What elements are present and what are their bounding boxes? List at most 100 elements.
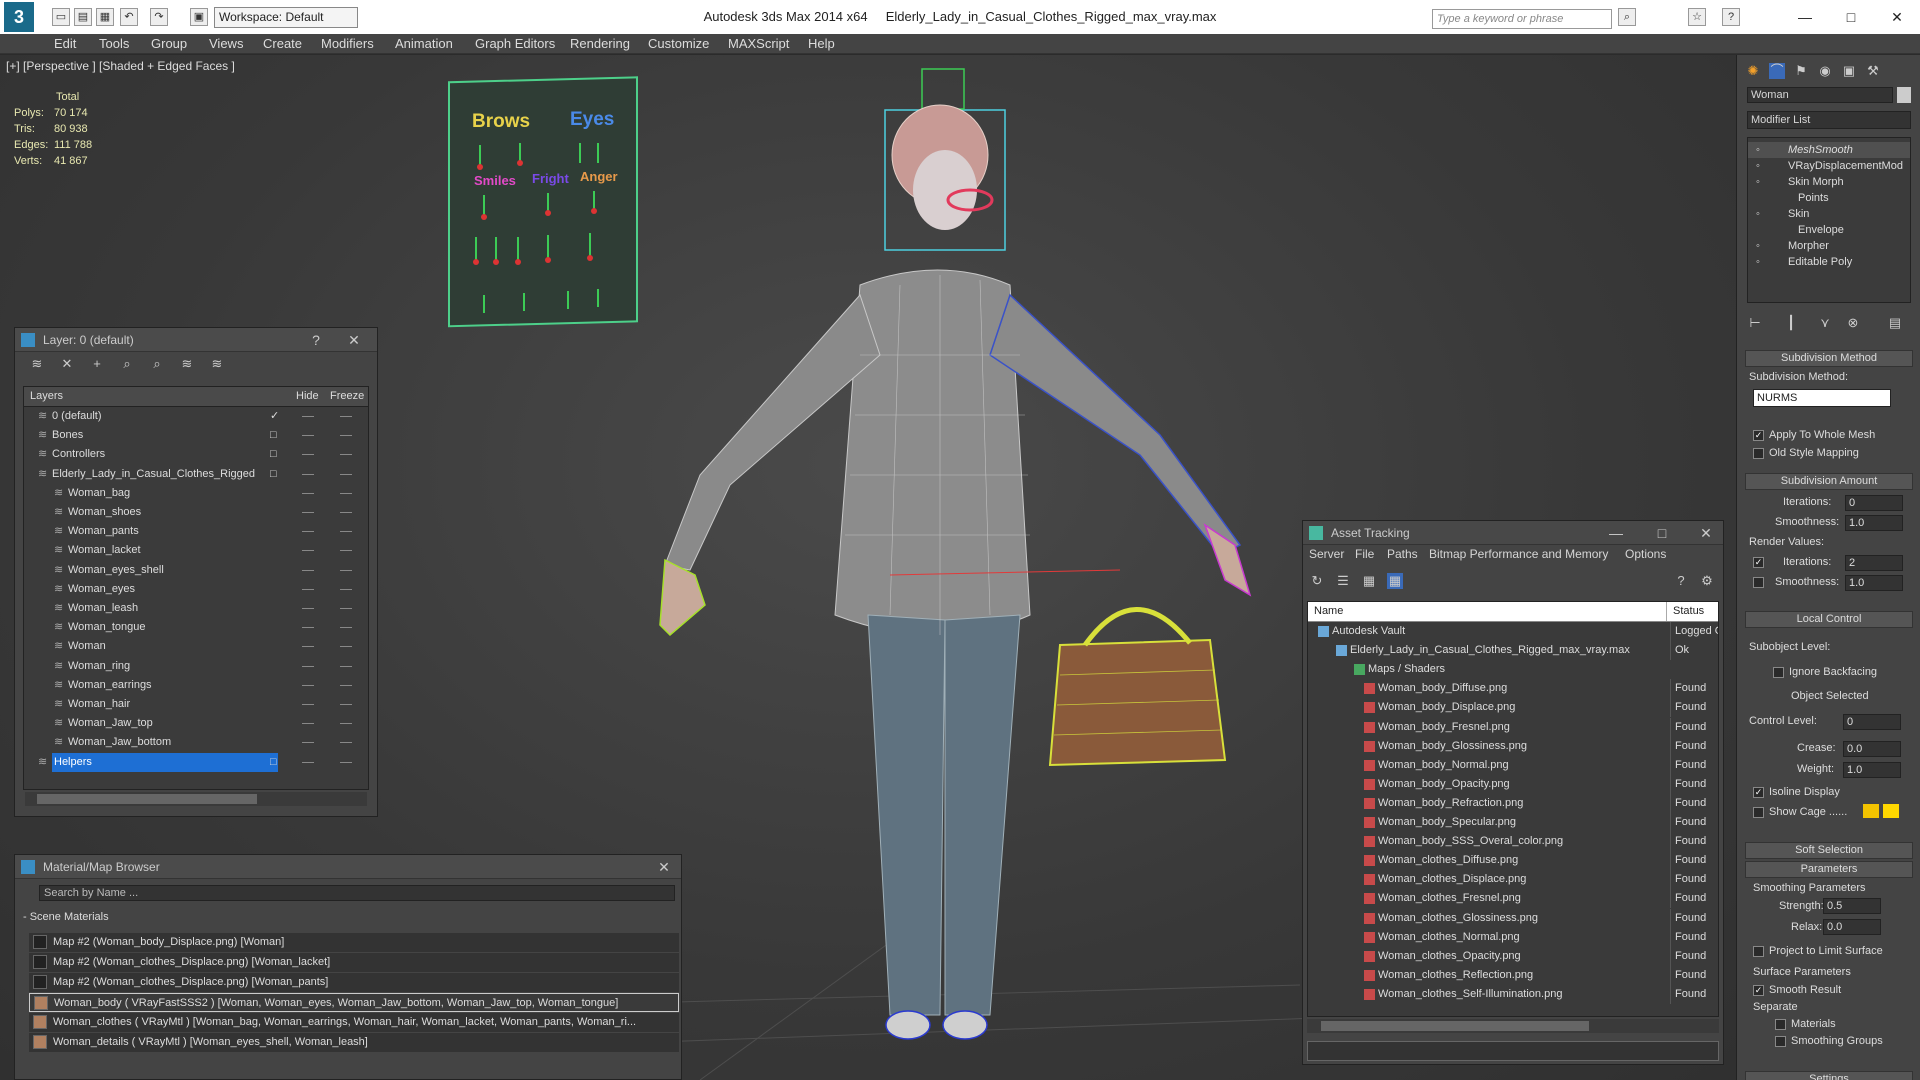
layer-row[interactable]: ≋ Woman_Jaw_top [24, 714, 368, 733]
layer-row[interactable]: ≋ Woman_hair [24, 695, 368, 714]
hide-toggle[interactable] [302, 588, 314, 590]
control-level-spinner[interactable]: 0 [1843, 714, 1901, 730]
asset-settings-icon[interactable]: ⚙ [1699, 573, 1715, 589]
menu-graph-editors[interactable]: Graph Editors [475, 36, 555, 51]
layer-current-checkbox[interactable]: □ [270, 445, 277, 464]
minimize-icon[interactable]: — [1782, 4, 1828, 30]
layer-current-checkbox[interactable]: □ [270, 753, 277, 772]
layer-row[interactable]: ≋ Woman_ring [24, 657, 368, 676]
iterations-spinner[interactable]: 0 [1845, 495, 1903, 511]
asset-menu-file[interactable]: File [1355, 547, 1374, 561]
material-item[interactable]: Map #2 (Woman_clothes_Displace.png) [Wom… [29, 953, 679, 972]
layer-row[interactable]: ≋ Woman_earrings [24, 676, 368, 695]
menu-views[interactable]: Views [209, 36, 243, 51]
hide-toggle[interactable] [302, 435, 314, 437]
freeze-toggle[interactable] [340, 761, 352, 763]
col-freeze[interactable]: Freeze [330, 387, 364, 406]
pin-stack-icon[interactable]: ⊢ [1747, 315, 1763, 331]
material-search-input[interactable]: Search by Name ... [39, 885, 675, 901]
asset-minimize-icon[interactable]: — [1605, 521, 1627, 545]
show-end-result-icon[interactable]: ┃ [1783, 315, 1799, 331]
search-input[interactable]: Type a keyword or phrase [1432, 9, 1612, 29]
freeze-toggle[interactable] [340, 492, 352, 494]
strength-spinner[interactable]: 0.5 [1823, 898, 1881, 914]
menu-help[interactable]: Help [808, 36, 835, 51]
render-iterations-spinner[interactable]: 2 [1845, 555, 1903, 571]
menu-animation[interactable]: Animation [395, 36, 453, 51]
material-section-header[interactable]: - Scene Materials [23, 911, 109, 923]
asset-row[interactable]: Woman_clothes_Diffuse.png Found [1308, 851, 1718, 871]
asset-row[interactable]: Autodesk Vault Logged Ou [1308, 622, 1718, 641]
render-smoothness-checkbox[interactable] [1753, 577, 1764, 588]
create-layer-icon[interactable]: ≋ [29, 356, 45, 372]
modifier-list-dropdown[interactable]: Modifier List [1747, 111, 1911, 129]
asset-row[interactable]: Woman_body_Fresnel.png Found [1308, 717, 1718, 737]
modifier-stack-item[interactable]: ◦ Skin Morph [1748, 174, 1910, 190]
material-item[interactable]: Woman_details ( VRayMtl ) [Woman_eyes_sh… [29, 1033, 679, 1052]
layer-row[interactable]: ≋ Woman_bag [24, 484, 368, 503]
asset-maximize-icon[interactable]: □ [1651, 521, 1673, 545]
hide-toggle[interactable] [302, 665, 314, 667]
hide-toggle[interactable] [302, 742, 314, 744]
layer-row[interactable]: ≋ Woman_tongue [24, 618, 368, 637]
hide-toggle[interactable] [302, 704, 314, 705]
relax-spinner[interactable]: 0.0 [1823, 919, 1881, 935]
make-unique-icon[interactable]: ⋎ [1817, 315, 1833, 331]
layer-panel-header[interactable]: Layer: 0 (default) ? ✕ [15, 328, 377, 352]
freeze-toggle[interactable] [340, 742, 352, 744]
motion-tab-icon[interactable]: ◉ [1817, 63, 1833, 79]
lightbulb-icon[interactable]: ◦ [1756, 142, 1760, 158]
layer-row[interactable]: ≋ Elderly_Lady_in_Casual_Clothes_Rigged □ [24, 465, 368, 484]
menu-tools[interactable]: Tools [99, 36, 129, 51]
layer-row[interactable]: ≋ Bones □ [24, 426, 368, 445]
lightbulb-icon[interactable]: ◦ [1756, 238, 1760, 254]
help-icon[interactable]: ? [1722, 8, 1740, 26]
rollout-parameters[interactable]: Parameters [1745, 861, 1913, 878]
asset-tracking-panel[interactable]: Asset Tracking — □ ✕ Server File Paths B… [1302, 520, 1724, 1065]
hide-toggle[interactable] [302, 550, 314, 552]
isoline-display-checkbox[interactable]: ✓ [1753, 787, 1764, 798]
asset-row[interactable]: Woman_body_Displace.png Found [1308, 698, 1718, 718]
project-limit-checkbox[interactable] [1753, 946, 1764, 957]
layer-row[interactable]: ≋ Woman_Jaw_bottom [24, 733, 368, 752]
layer-manager-panel[interactable]: Layer: 0 (default) ? ✕ ≋ ✕ + ⌕ ⌕ ≋ ≋ Lay… [14, 327, 378, 817]
hide-toggle[interactable] [302, 531, 314, 533]
render-iterations-checkbox[interactable]: ✓ [1753, 557, 1764, 568]
utilities-tab-icon[interactable]: ⚒ [1865, 63, 1881, 79]
freeze-toggle[interactable] [340, 608, 352, 609]
asset-row[interactable]: Woman_body_Diffuse.png Found [1308, 679, 1718, 699]
modifier-stack-item[interactable]: ◦ MeshSmooth [1748, 142, 1910, 158]
hide-toggle[interactable] [302, 684, 314, 686]
hide-toggle[interactable] [302, 454, 314, 456]
asset-col-name[interactable]: Name [1314, 602, 1343, 621]
object-name-field[interactable]: Woman [1747, 87, 1893, 103]
asset-row[interactable]: Woman_clothes_Opacity.png Found [1308, 946, 1718, 966]
modifier-stack-item[interactable]: ◦ Editable Poly [1748, 254, 1910, 270]
rollout-subdivision-amount[interactable]: Subdivision Amount [1745, 473, 1913, 490]
hierarchy-tab-icon[interactable]: ⚑ [1793, 63, 1809, 79]
asset-row[interactable]: Woman_body_Opacity.png Found [1308, 774, 1718, 794]
freeze-toggle[interactable] [340, 531, 352, 533]
layer-current-checkbox[interactable]: ✓ [270, 407, 279, 426]
asset-row[interactable]: Elderly_Lady_in_Casual_Clothes_Rigged_ma… [1308, 641, 1718, 661]
asset-row[interactable]: Woman_clothes_Self-Illumination.png Found [1308, 984, 1718, 1004]
hide-toggle[interactable] [302, 416, 314, 417]
display-tab-icon[interactable]: ▣ [1841, 63, 1857, 79]
modifier-stack-item[interactable]: Points [1748, 190, 1910, 206]
layer-row[interactable]: ≋ Woman [24, 637, 368, 656]
configure-sets-icon[interactable]: ▤ [1887, 315, 1903, 331]
menu-group[interactable]: Group [151, 36, 187, 51]
list-view-icon[interactable]: ☰ [1335, 573, 1351, 589]
asset-row[interactable]: Woman_body_Normal.png Found [1308, 755, 1718, 775]
hide-toggle[interactable] [302, 723, 314, 725]
asset-menu-bitmap[interactable]: Bitmap Performance and Memory [1429, 547, 1608, 561]
asset-path-field[interactable] [1307, 1041, 1719, 1061]
asset-row[interactable]: Maps / Shaders [1308, 660, 1718, 679]
freeze-toggle[interactable] [340, 723, 352, 725]
delete-layer-icon[interactable]: ✕ [59, 356, 75, 372]
freeze-toggle[interactable] [340, 454, 352, 456]
layer-hscrollbar[interactable] [25, 792, 367, 806]
menu-modifiers[interactable]: Modifiers [321, 36, 374, 51]
smoothness-spinner[interactable]: 1.0 [1845, 515, 1903, 531]
menu-maxscript[interactable]: MAXScript [728, 36, 789, 51]
